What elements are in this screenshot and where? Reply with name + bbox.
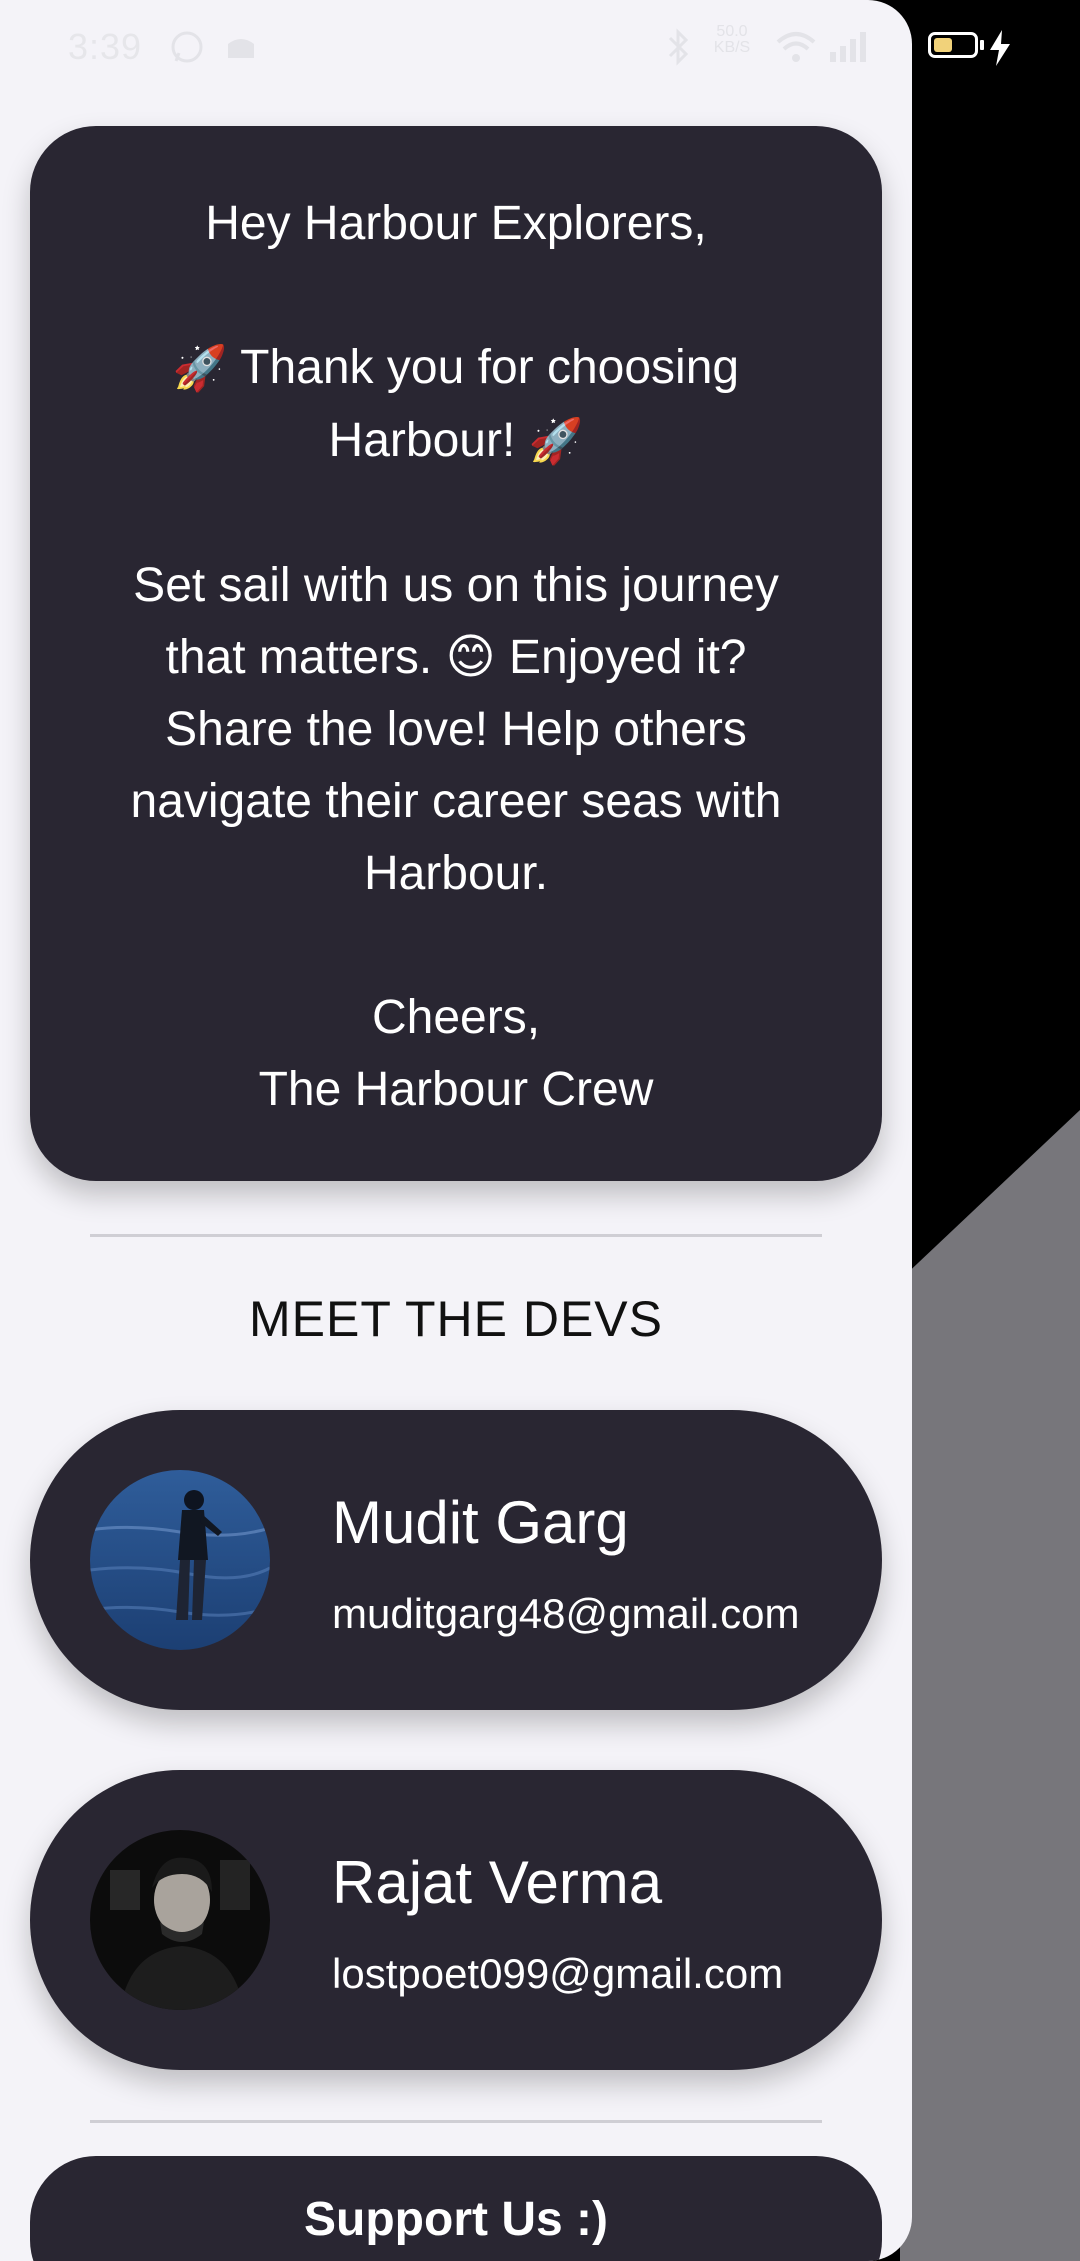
letter-thanks-line-2: Harbour! 🚀	[90, 405, 822, 478]
letter-body-line: navigate their career seas with	[130, 775, 782, 828]
dev-card-rajat[interactable]: Rajat Verma lostpoet099@gmail.com	[30, 1770, 882, 2070]
smile-icon: 😊	[445, 631, 496, 684]
dev-name: Rajat Verma	[332, 1849, 663, 1916]
letter-body-text: that matters.	[165, 631, 433, 684]
section-title: MEET THE DEVS	[248, 1291, 664, 1347]
welcome-letter-card: Hey Harbour Explorers, 🚀 Thank you for c…	[30, 126, 882, 1181]
letter-body-line: that matters. 😊 Enjoyed it?	[90, 622, 822, 694]
letter-thanks-line: 🚀 Thank you for choosing	[90, 332, 822, 405]
wifi-icon	[774, 28, 818, 71]
rocket-icon: 🚀	[528, 417, 584, 466]
dev-email[interactable]: muditgarg48@gmail.com	[332, 1590, 800, 1638]
letter-body-text: Enjoyed it?	[509, 631, 747, 684]
net-speed: 50.0 KB/S	[713, 23, 751, 56]
bluetooth-icon	[664, 28, 692, 71]
letter-body-line: Set sail with us on this journey	[133, 559, 779, 612]
about-panel: Hey Harbour Explorers, 🚀 Thank you for c…	[0, 0, 912, 2261]
letter-thanks-text-2: Harbour!	[328, 414, 516, 467]
avatar	[90, 1470, 270, 1650]
dev-email[interactable]: lostpoet099@gmail.com	[332, 1950, 783, 1998]
charging-icon	[988, 28, 1012, 73]
signal-icon	[828, 28, 868, 71]
status-time: 3:39	[68, 26, 143, 67]
background-dark-wedge	[900, 0, 1080, 1280]
letter-signature: The Harbour Crew	[258, 1063, 654, 1116]
divider	[90, 1234, 822, 1237]
status-bar: 3:39 50.0 KB/S	[0, 0, 1080, 96]
support-us-button[interactable]: Support Us :)	[30, 2156, 882, 2261]
whatsapp-icon	[168, 28, 206, 71]
divider	[90, 2120, 822, 2123]
dev-name: Mudit Garg	[332, 1489, 629, 1556]
battery-icon	[928, 32, 978, 58]
letter-thanks-text: Thank you for choosing	[240, 341, 740, 394]
notification-icon	[222, 28, 260, 71]
rocket-icon: 🚀	[172, 344, 228, 393]
letter-greeting: Hey Harbour Explorers,	[205, 197, 707, 250]
dev-card-mudit[interactable]: Mudit Garg muditgarg48@gmail.com	[30, 1410, 882, 1710]
letter-body-line: Harbour.	[363, 847, 549, 900]
avatar	[90, 1830, 270, 2010]
letter-body-line: Share the love! Help others	[165, 703, 747, 756]
letter-signoff: Cheers,	[371, 991, 541, 1044]
